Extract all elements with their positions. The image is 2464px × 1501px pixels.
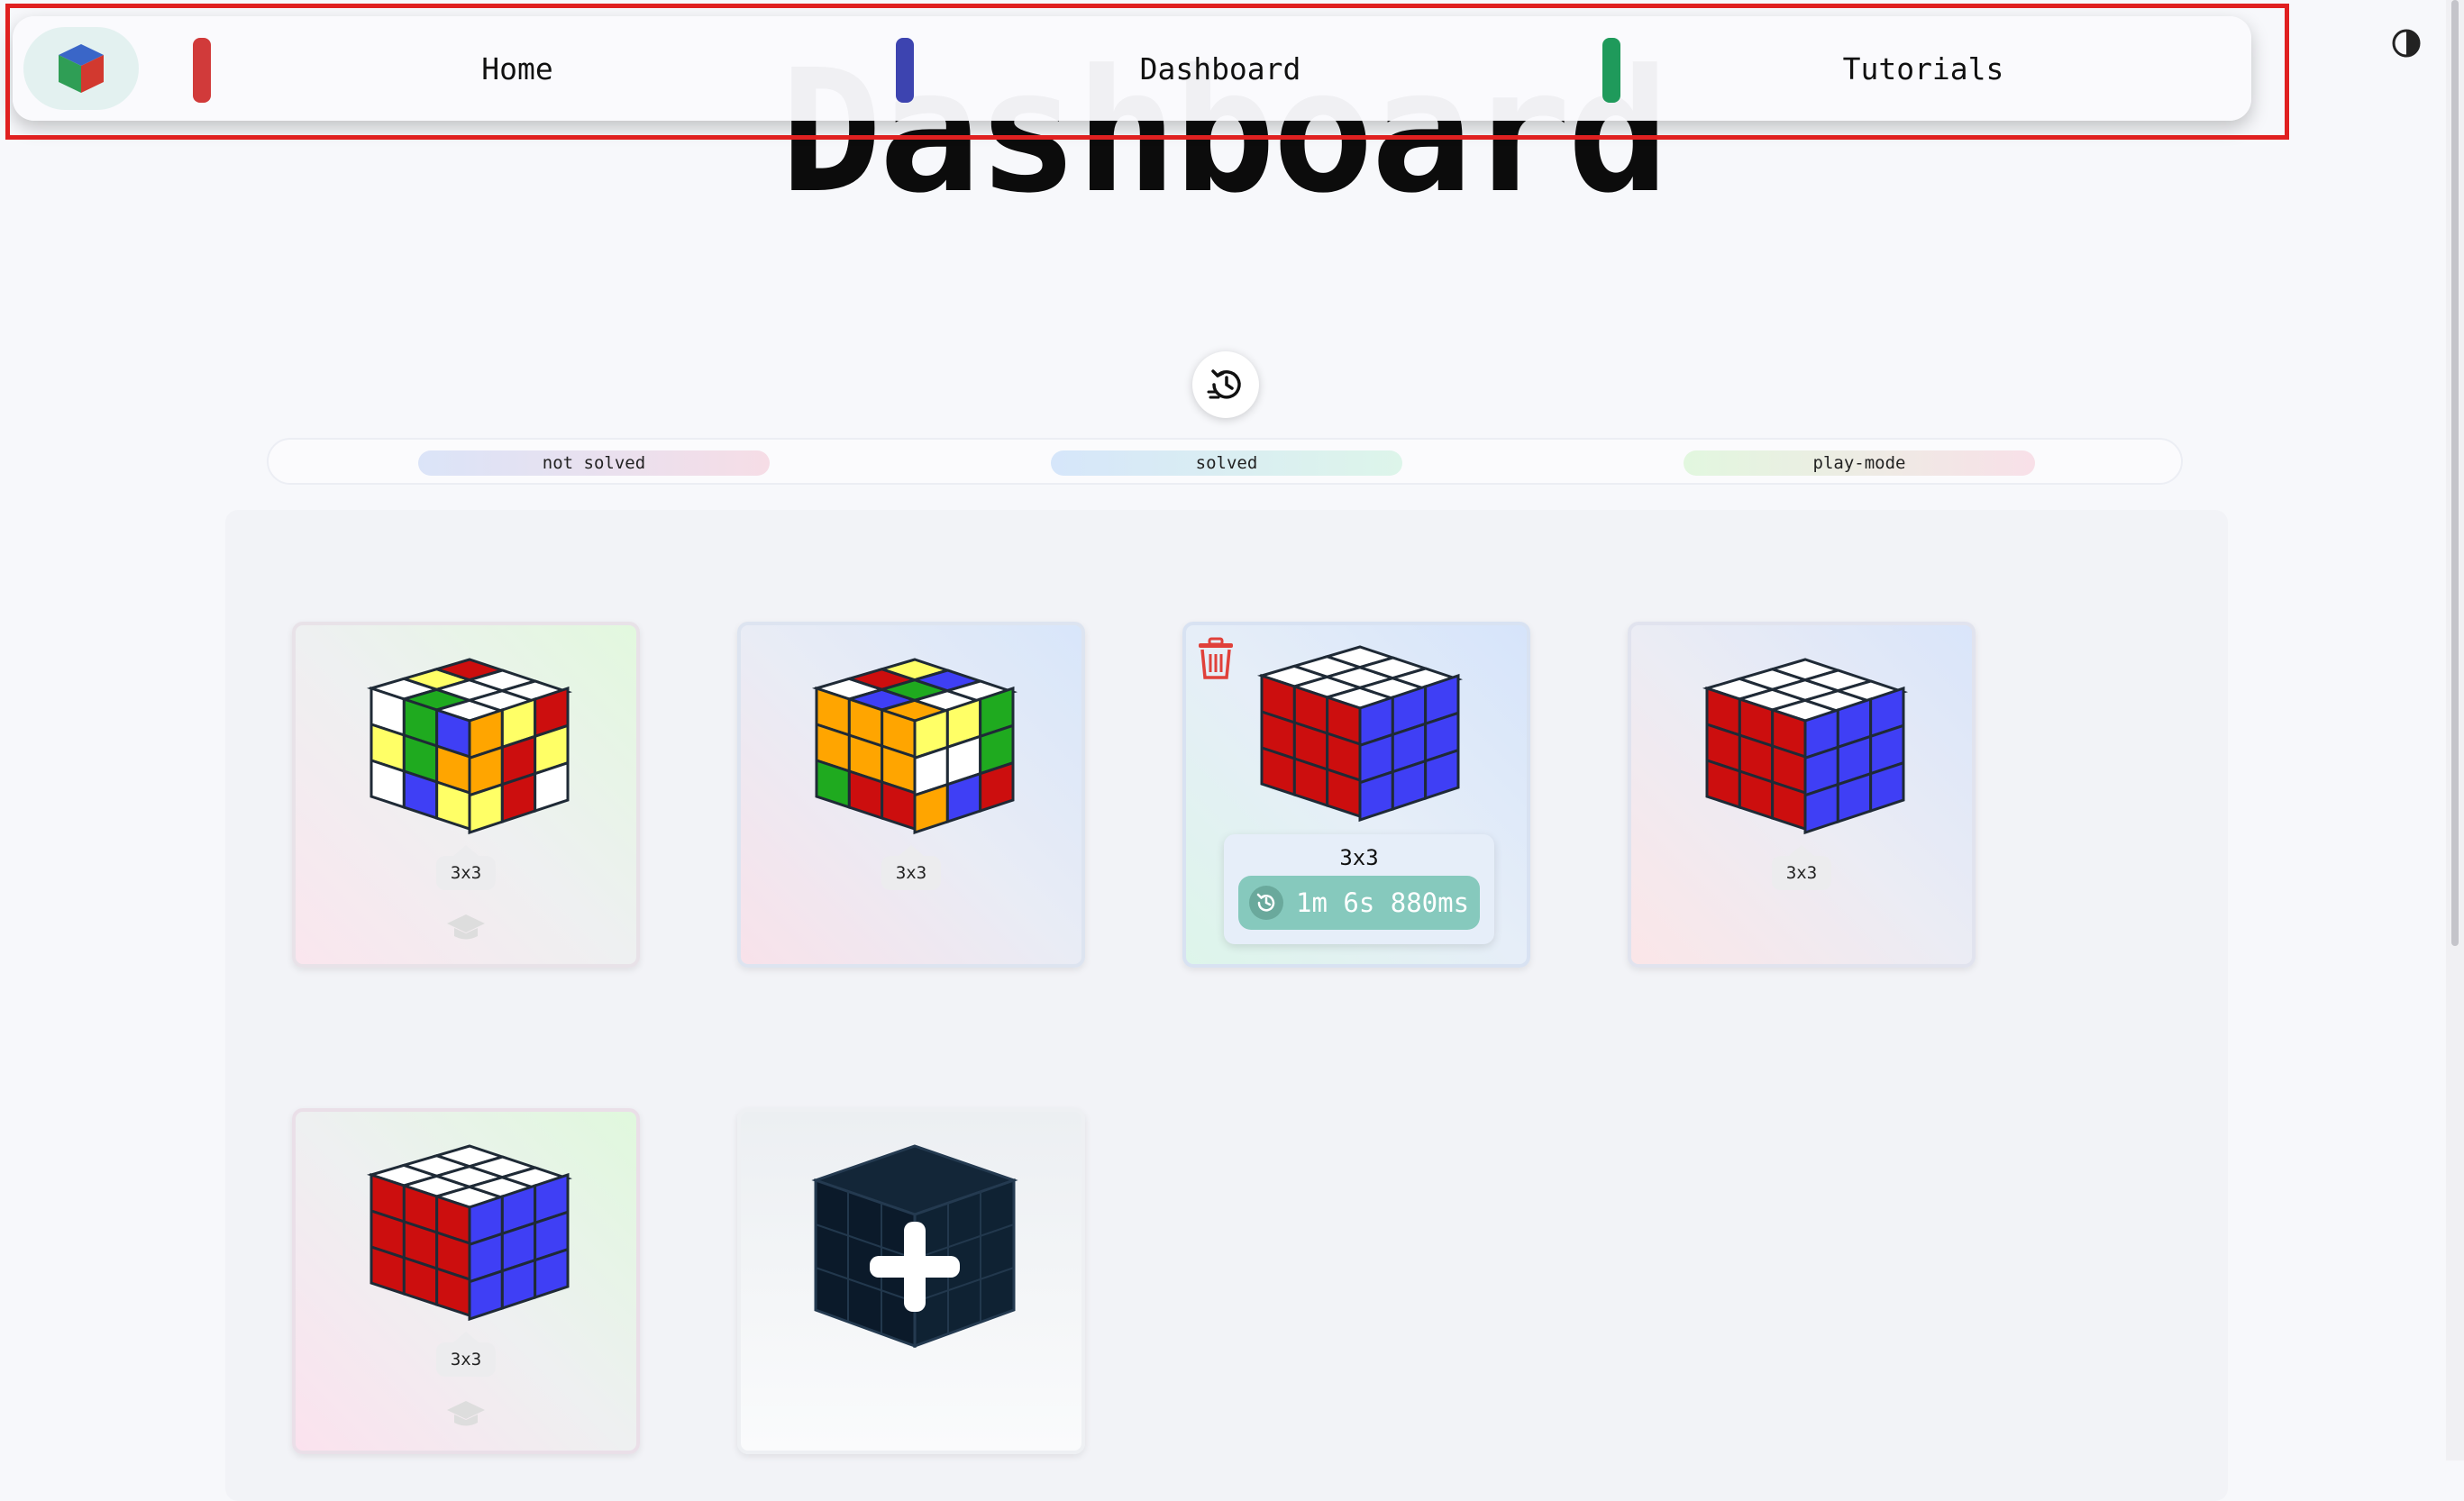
cube-size-badge: 3x3 [435, 1342, 497, 1377]
clock-icon [1249, 886, 1283, 920]
nav-link-dashboard[interactable]: Dashboard [968, 16, 1473, 121]
cube-preview-icon [366, 658, 573, 835]
scrollbar-thumb[interactable] [2451, 0, 2459, 946]
cube-card[interactable]: 3x3 [292, 622, 640, 968]
cube-preview-icon [1256, 645, 1464, 823]
plus-cube-icon [811, 1144, 1018, 1349]
home-marker [193, 38, 211, 103]
filter-play-mode[interactable]: play-mode [1684, 450, 2035, 476]
cube-card[interactable]: 3x3 [737, 622, 1085, 968]
dashboard-marker [896, 38, 914, 103]
contrast-icon [2392, 29, 2421, 58]
filter-solved[interactable]: solved [1051, 450, 1402, 476]
nav-link-tutorials[interactable]: Tutorials [1671, 16, 2176, 121]
filter-not-solved[interactable]: not solved [418, 450, 770, 476]
logo-button[interactable] [23, 27, 139, 110]
cube-size-badge: 3x3 [435, 856, 497, 890]
theme-toggle-button[interactable] [2390, 27, 2423, 59]
cube-card[interactable]: 3x3 [292, 1108, 640, 1454]
add-cube-card[interactable] [737, 1108, 1085, 1454]
graduation-cap-icon[interactable] [445, 912, 487, 944]
solve-time-value: 1m 6s 880ms [1296, 887, 1470, 918]
badge-pointer [453, 1332, 479, 1342]
top-navigation: Home Dashboard Tutorials [13, 16, 2251, 121]
solve-time-pill: 1m 6s 880ms [1238, 876, 1480, 930]
history-icon [1207, 369, 1241, 399]
badge-pointer [453, 845, 479, 856]
history-button[interactable] [1192, 351, 1259, 418]
solve-info-popover: 3x3 1m 6s 880ms [1224, 834, 1494, 944]
cube-preview-icon [366, 1144, 573, 1322]
filter-bar: not solved solved play-mode [267, 438, 2183, 485]
nav-link-home[interactable]: Home [265, 16, 770, 121]
cube-card[interactable]: 3x3 [1628, 622, 1976, 968]
trash-icon[interactable] [1195, 636, 1237, 681]
cube-grid: 3x3 3x3 3x3 1m 6s 880ms 3x3 3x3 [225, 510, 2228, 1501]
cube-preview-icon [811, 658, 1018, 835]
graduation-cap-icon[interactable] [445, 1398, 487, 1431]
cube-card-hovered[interactable]: 3x3 1m 6s 880ms [1182, 622, 1530, 968]
badge-pointer [1789, 845, 1814, 856]
cube-size-badge: 3x3 [1771, 856, 1832, 890]
badge-pointer [899, 845, 924, 856]
cube-size-badge: 3x3 [881, 856, 942, 890]
cube-preview-icon [1702, 658, 1909, 835]
tutorials-marker [1602, 38, 1620, 103]
cube-logo-icon [59, 44, 104, 93]
cube-size-label: 3x3 [1339, 845, 1379, 870]
